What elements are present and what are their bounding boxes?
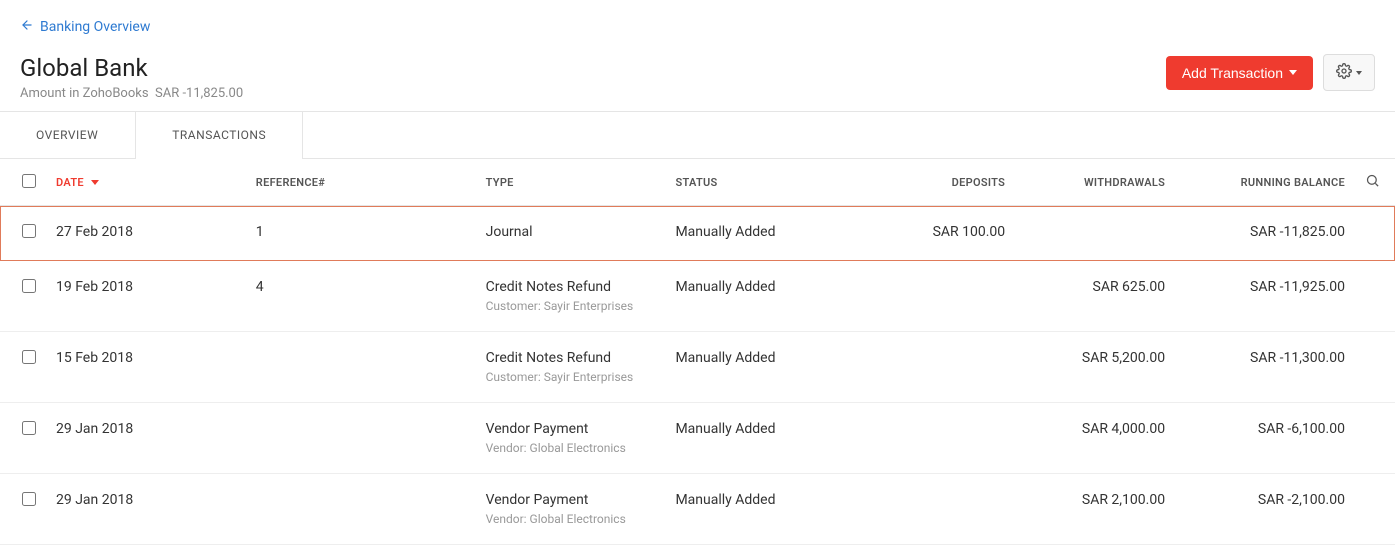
row-deposits bbox=[865, 332, 1015, 403]
column-checkbox bbox=[0, 159, 46, 206]
column-type[interactable]: TYPE bbox=[476, 159, 666, 206]
caret-down-icon bbox=[1289, 70, 1297, 75]
row-withdrawals: SAR 4,000.00 bbox=[1015, 403, 1175, 474]
column-date[interactable]: DATE bbox=[46, 159, 246, 206]
row-reference bbox=[246, 403, 476, 474]
page-title: Global Bank bbox=[20, 54, 243, 82]
table-row[interactable]: 15 Feb 2018 Credit Notes RefundCustomer: … bbox=[0, 332, 1395, 403]
transactions-table: DATE REFERENCE# TYPE STATUS DEPOSITS WIT… bbox=[0, 159, 1395, 545]
back-link-label: Banking Overview bbox=[40, 19, 150, 35]
row-running-balance: SAR -11,300.00 bbox=[1175, 332, 1355, 403]
row-checkbox[interactable] bbox=[22, 421, 36, 435]
row-withdrawals: SAR 2,100.00 bbox=[1015, 474, 1175, 545]
row-checkbox[interactable] bbox=[22, 492, 36, 506]
gear-icon bbox=[1336, 63, 1352, 82]
row-date: 19 Feb 2018 bbox=[46, 261, 246, 332]
arrow-left-icon bbox=[20, 18, 34, 36]
column-search bbox=[1355, 159, 1395, 206]
row-date: 29 Jan 2018 bbox=[46, 403, 246, 474]
select-all-checkbox[interactable] bbox=[22, 174, 36, 188]
row-type: Credit Notes RefundCustomer: Sayir Enter… bbox=[476, 332, 666, 403]
row-spacer bbox=[1355, 332, 1395, 403]
row-running-balance: SAR -6,100.00 bbox=[1175, 403, 1355, 474]
column-deposits[interactable]: DEPOSITS bbox=[865, 159, 1015, 206]
row-type: Vendor PaymentVendor: Global Electronics bbox=[476, 474, 666, 545]
row-subline: Customer: Sayir Enterprises bbox=[486, 299, 656, 313]
row-spacer bbox=[1355, 261, 1395, 332]
row-reference bbox=[246, 332, 476, 403]
row-type: Vendor PaymentVendor: Global Electronics bbox=[476, 403, 666, 474]
row-reference: 4 bbox=[246, 261, 476, 332]
tab-overview[interactable]: OVERVIEW bbox=[0, 112, 135, 158]
row-checkbox-cell bbox=[0, 332, 46, 403]
settings-button[interactable] bbox=[1323, 54, 1375, 91]
row-running-balance: SAR -11,925.00 bbox=[1175, 261, 1355, 332]
column-reference[interactable]: REFERENCE# bbox=[246, 159, 476, 206]
back-link[interactable]: Banking Overview bbox=[20, 18, 150, 36]
balance-prefix: Amount in ZohoBooks bbox=[20, 86, 149, 101]
row-date: 27 Feb 2018 bbox=[46, 206, 246, 261]
row-withdrawals bbox=[1015, 206, 1175, 261]
row-spacer bbox=[1355, 403, 1395, 474]
sort-desc-icon bbox=[91, 180, 99, 185]
table-row[interactable]: 29 Jan 2018 Vendor PaymentVendor: Global … bbox=[0, 474, 1395, 545]
table-row[interactable]: 29 Jan 2018 Vendor PaymentVendor: Global … bbox=[0, 403, 1395, 474]
row-withdrawals: SAR 5,200.00 bbox=[1015, 332, 1175, 403]
row-status: Manually Added bbox=[665, 403, 865, 474]
column-withdrawals[interactable]: WITHDRAWALS bbox=[1015, 159, 1175, 206]
row-running-balance: SAR -2,100.00 bbox=[1175, 474, 1355, 545]
row-subline: Customer: Sayir Enterprises bbox=[486, 370, 656, 384]
header-info: Global Bank Amount in ZohoBooks SAR -11,… bbox=[20, 54, 243, 101]
balance-line: Amount in ZohoBooks SAR -11,825.00 bbox=[20, 86, 243, 101]
row-deposits bbox=[865, 474, 1015, 545]
row-status: Manually Added bbox=[665, 474, 865, 545]
row-deposits bbox=[865, 261, 1015, 332]
row-deposits: SAR 100.00 bbox=[865, 206, 1015, 261]
table-row[interactable]: 19 Feb 20184Credit Notes RefundCustomer:… bbox=[0, 261, 1395, 332]
row-date: 29 Jan 2018 bbox=[46, 474, 246, 545]
row-checkbox[interactable] bbox=[22, 279, 36, 293]
row-deposits bbox=[865, 403, 1015, 474]
row-spacer bbox=[1355, 206, 1395, 261]
add-transaction-label: Add Transaction bbox=[1182, 65, 1283, 81]
row-checkbox-cell bbox=[0, 474, 46, 545]
row-subline: Vendor: Global Electronics bbox=[486, 512, 656, 526]
balance-value: SAR -11,825.00 bbox=[155, 86, 243, 101]
row-status: Manually Added bbox=[665, 261, 865, 332]
row-checkbox[interactable] bbox=[22, 224, 36, 238]
row-checkbox-cell bbox=[0, 403, 46, 474]
column-running-balance[interactable]: RUNNING BALANCE bbox=[1175, 159, 1355, 206]
column-status[interactable]: STATUS bbox=[665, 159, 865, 206]
table-row[interactable]: 27 Feb 20181JournalManually AddedSAR 100… bbox=[0, 206, 1395, 261]
row-withdrawals: SAR 625.00 bbox=[1015, 261, 1175, 332]
row-spacer bbox=[1355, 474, 1395, 545]
row-checkbox[interactable] bbox=[22, 350, 36, 364]
tabs: OVERVIEW TRANSACTIONS bbox=[0, 111, 1395, 159]
row-type: Journal bbox=[476, 206, 666, 261]
row-checkbox-cell bbox=[0, 261, 46, 332]
row-status: Manually Added bbox=[665, 332, 865, 403]
row-type: Credit Notes RefundCustomer: Sayir Enter… bbox=[476, 261, 666, 332]
row-subline: Vendor: Global Electronics bbox=[486, 441, 656, 455]
add-transaction-button[interactable]: Add Transaction bbox=[1166, 56, 1313, 90]
row-reference bbox=[246, 474, 476, 545]
search-icon[interactable] bbox=[1365, 178, 1380, 191]
row-checkbox-cell bbox=[0, 206, 46, 261]
tab-transactions[interactable]: TRANSACTIONS bbox=[135, 112, 303, 158]
row-date: 15 Feb 2018 bbox=[46, 332, 246, 403]
row-reference: 1 bbox=[246, 206, 476, 261]
row-status: Manually Added bbox=[665, 206, 865, 261]
row-running-balance: SAR -11,825.00 bbox=[1175, 206, 1355, 261]
caret-down-icon bbox=[1356, 71, 1362, 75]
